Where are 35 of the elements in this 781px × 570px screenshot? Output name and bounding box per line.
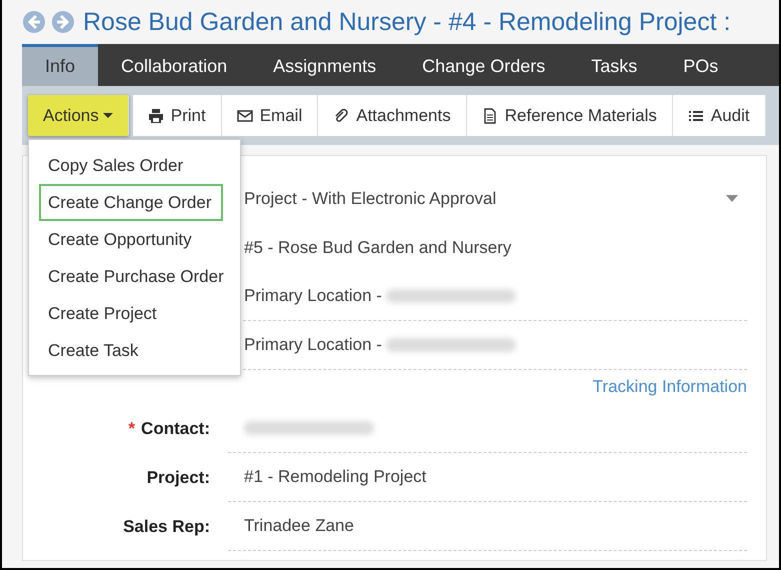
toolbar-button[interactable]: Email — [222, 95, 318, 136]
field-value: #1 - Remodeling Project — [244, 467, 426, 487]
tab[interactable]: Info — [22, 44, 98, 86]
menu-item[interactable]: Create Task — [29, 332, 240, 369]
document-icon — [482, 108, 498, 124]
field-label: Sales Rep: — [123, 516, 210, 536]
field-label: Contact: — [141, 418, 210, 438]
toolbar-button[interactable]: Print — [132, 95, 222, 136]
field-label: Project: — [146, 468, 210, 488]
tab[interactable]: POs — [660, 44, 742, 86]
menu-item[interactable]: Create Purchase Order — [29, 258, 240, 295]
field-value: Trinadee Zane — [244, 516, 354, 536]
required-asterisk: * — [128, 418, 136, 438]
caret-icon — [102, 113, 113, 118]
menu-item[interactable]: Create Change Order — [39, 184, 223, 221]
menu-item[interactable]: Create Opportunity — [29, 221, 240, 258]
menu-item[interactable]: Create Project — [29, 295, 240, 332]
toolbar-button[interactable]: Audit — [672, 95, 766, 136]
toolbar-button[interactable]: Reference Materials — [466, 95, 673, 136]
field-value: Primary Location - — [244, 335, 382, 355]
printer-icon — [148, 108, 164, 124]
paperclip-icon — [333, 108, 350, 124]
tab[interactable]: Assignments — [250, 44, 400, 86]
tab[interactable]: Change Orders — [399, 44, 568, 86]
tab[interactable]: Collaboration — [98, 44, 250, 86]
field-value: Project - With Electronic Approval — [244, 188, 496, 208]
dropdown-arrow-icon[interactable] — [726, 195, 738, 202]
envelope-icon — [236, 108, 253, 124]
actions-button[interactable]: Actions — [28, 95, 129, 136]
field-value: #5 - Rose Bud Garden and Nursery — [244, 238, 512, 258]
tab[interactable]: Tasks — [568, 44, 660, 86]
page-title: Rose Bud Garden and Nursery - #4 - Remodeling Project : — [83, 8, 731, 36]
field-value: Primary Location - — [244, 286, 382, 306]
menu-item[interactable]: Copy Sales Order — [29, 147, 240, 184]
toolbar-button[interactable]: Attachments — [318, 95, 467, 136]
